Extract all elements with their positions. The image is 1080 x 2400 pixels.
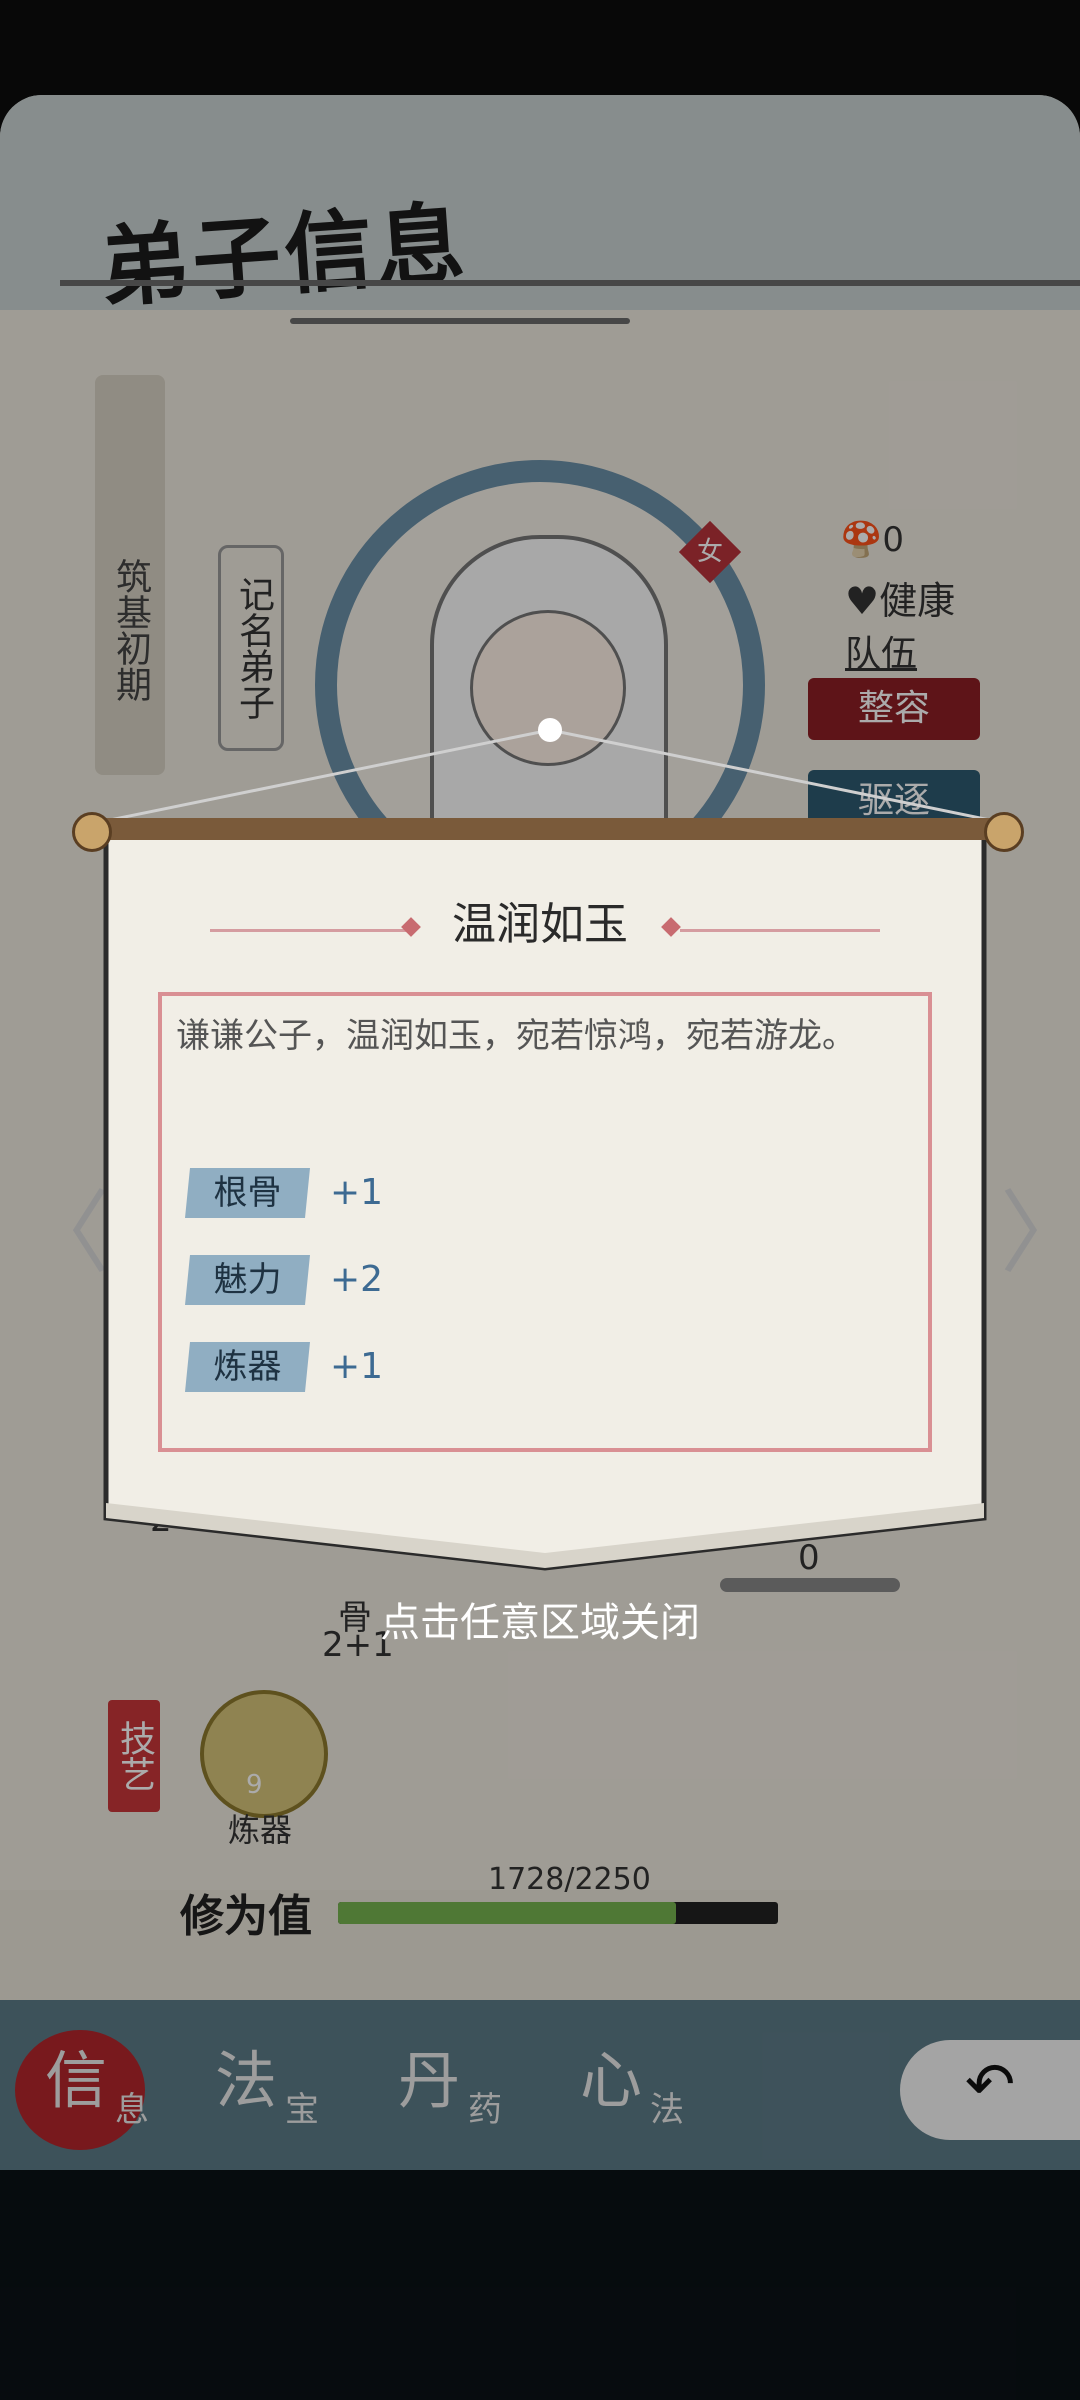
attribute-name: 根骨: [185, 1168, 310, 1218]
attribute-row: 炼器 +1: [185, 1342, 585, 1392]
popup-title: 温润如玉: [452, 899, 628, 950]
attribute-value: +1: [330, 1172, 384, 1213]
attribute-name: 魅力: [185, 1255, 310, 1305]
trait-description: 谦谦公子，温润如玉，宛若惊鸿，宛若游龙。: [176, 1016, 856, 1056]
attribute-value: +1: [330, 1346, 384, 1387]
scroll-knob-left: [72, 812, 112, 852]
close-hint[interactable]: 点击任意区域关闭: [0, 1590, 1080, 1648]
attribute-name: 炼器: [185, 1342, 310, 1392]
attribute-row: 魅力 +2: [185, 1255, 585, 1305]
attribute-row: 根骨 +1: [185, 1168, 585, 1218]
scroll-knob-right: [984, 812, 1024, 852]
scroll-rod: [75, 818, 1015, 840]
attribute-value: +2: [330, 1259, 384, 1300]
hanging-string: [110, 718, 990, 820]
title-deco-right: [680, 929, 880, 932]
